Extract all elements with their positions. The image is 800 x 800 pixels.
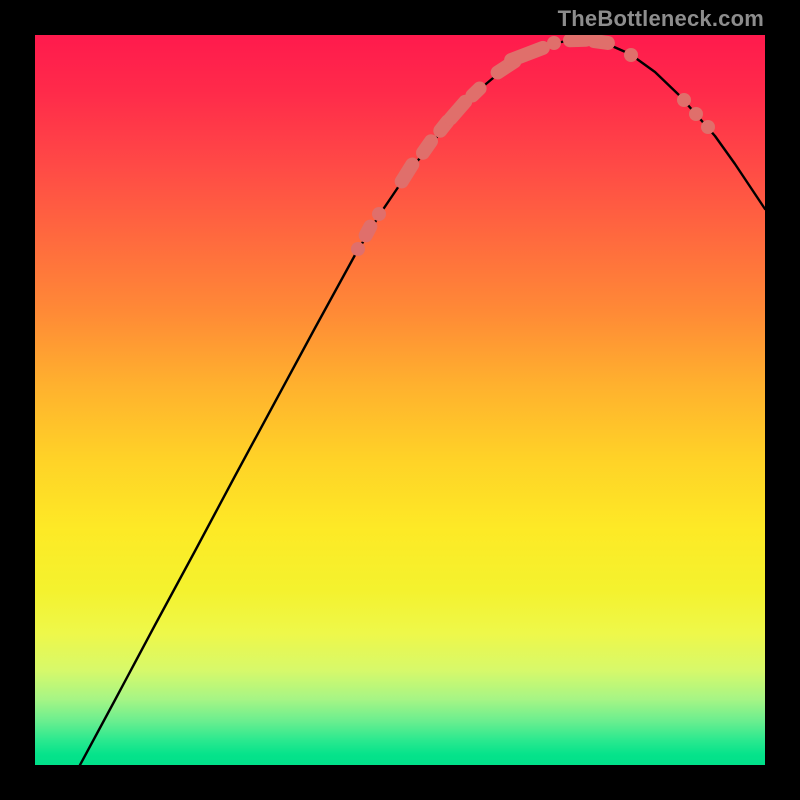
chart-plot-area [35, 35, 765, 765]
chart-background-gradient [35, 35, 765, 765]
watermark-text: TheBottleneck.com [558, 6, 764, 32]
